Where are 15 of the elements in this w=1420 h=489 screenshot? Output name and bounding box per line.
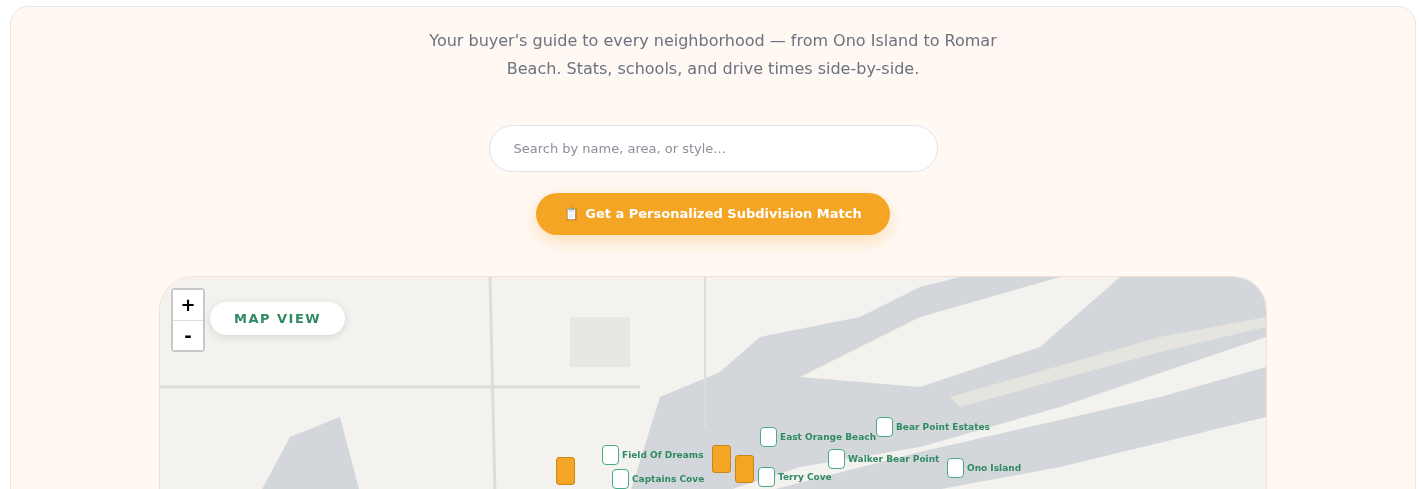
featured-map-marker[interactable] — [735, 454, 754, 483]
map-marker-label[interactable]: East Orange Beach — [780, 431, 877, 442]
search-field[interactable]: Search by name, area, or style... — [488, 125, 938, 172]
map-marker-label[interactable]: Walker Bear Point — [848, 453, 940, 464]
zoom-out-button[interactable]: - — [173, 319, 203, 350]
map-marker-label[interactable]: Field Of Dreams — [622, 449, 704, 460]
map-marker-label[interactable]: Ono Island — [967, 462, 1022, 473]
map-marker-label[interactable]: Bear Point Estates — [896, 421, 990, 432]
featured-map-marker[interactable] — [712, 444, 731, 473]
map-view-badge: MAP VIEW — [210, 301, 346, 335]
featured-map-marker[interactable] — [556, 456, 575, 485]
map-marker-label[interactable]: Captains Cove — [632, 473, 705, 484]
hero-subtitle: Your buyer's guide to every neighborhood — from Ono Island to Romar Beach. Stats, schools, and drive times side-by-side. — [428, 30, 998, 80]
map-marker-label[interactable]: Terry Cove — [778, 471, 832, 482]
match-button[interactable]: 📋 Get a Personalized Subdivision Match — [536, 192, 890, 235]
